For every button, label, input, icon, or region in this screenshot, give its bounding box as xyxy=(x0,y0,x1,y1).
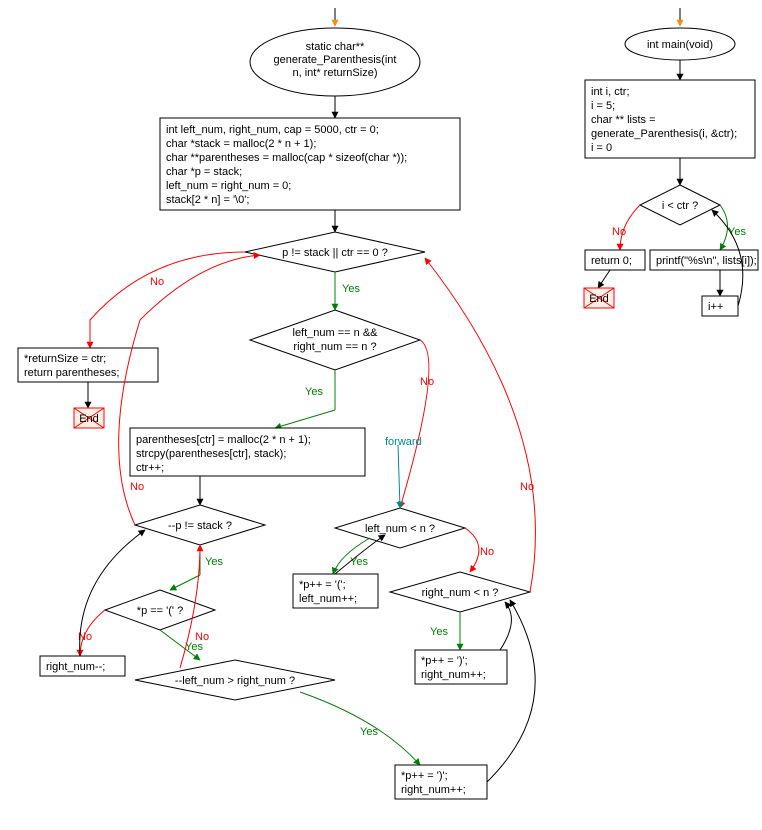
label-both-yes: Yes xyxy=(305,386,323,398)
initR-l3: char ** lists = xyxy=(591,114,656,126)
init-l3: char **parentheses = malloc(cap * sizeof… xyxy=(166,152,407,164)
edge-main-no xyxy=(90,252,245,348)
label-leftn-yes: Yes xyxy=(350,556,368,568)
edge-appendopen-back xyxy=(335,535,385,574)
label-rightn-yes: Yes xyxy=(430,626,448,638)
edgeR-yes xyxy=(720,205,728,250)
right-dec-text: right_num--; xyxy=(46,661,105,673)
append-close1-l2: right_num++; xyxy=(421,669,486,681)
initR-l4: generate_Parenthesis(i, &ctr); xyxy=(591,128,737,140)
cond-left-lt-n-text: left_num < n ? xyxy=(365,523,435,535)
label-decp-yes: Yes xyxy=(205,556,223,568)
append-open-l2: left_num++; xyxy=(299,593,357,605)
init-l6: stack[2 * n] = '\0'; xyxy=(166,194,249,206)
cond-main-text: p != stack || ctr == 0 ? xyxy=(282,247,388,259)
append-close1-l1: *p++ = ')'; xyxy=(421,655,468,667)
end-text-left: End xyxy=(79,413,99,425)
cond-both-n-l1: left_num == n && xyxy=(293,327,379,339)
returnR-text: return 0; xyxy=(591,255,632,267)
cond-loop-text: i < ctr ? xyxy=(662,200,698,212)
inc-text: i++ xyxy=(708,301,723,313)
label-main-no: No xyxy=(150,276,164,288)
return-l1: *returnSize = ctr; xyxy=(24,353,106,365)
label-leftn-no: No xyxy=(480,546,494,558)
cond-right-lt-n-text: right_num < n ? xyxy=(422,587,499,599)
label-decleft-yes: Yes xyxy=(360,726,378,738)
initR-l5: i = 0 xyxy=(591,142,612,154)
start-text-left-1: static char** xyxy=(306,41,365,53)
initR-l1: int i, ctr; xyxy=(591,86,630,98)
forward-label: forward xyxy=(385,436,422,448)
store-l1: parentheses[ctr] = malloc(2 * n + 1); xyxy=(136,434,311,446)
init-l2: char *stack = malloc(2 * n + 1); xyxy=(166,138,316,150)
init-l5: left_num = right_num = 0; xyxy=(166,180,291,192)
edge-decp-yes xyxy=(170,575,200,590)
edge-leftn-no xyxy=(465,528,479,572)
cond-both-n-l2: right_num == n ? xyxy=(293,341,376,353)
edge-appendclose1-back xyxy=(500,602,511,650)
edge-both-no xyxy=(400,340,429,508)
label-rightn-no: No xyxy=(520,481,534,493)
end-text-right: End xyxy=(589,293,609,305)
append-close2-l1: *p++ = ')'; xyxy=(401,770,448,782)
label-main-yes: Yes xyxy=(342,283,360,295)
cond-dec-left-text: --left_num > right_num ? xyxy=(175,675,295,687)
label-decleft-no: No xyxy=(195,631,209,643)
append-open-l1: *p++ = '('; xyxy=(299,579,346,591)
edge-rightn-no xyxy=(425,258,535,592)
start-text-left-3: n, int* returnSize) xyxy=(293,67,378,79)
init-l1: int left_num, right_num, cap = 5000, ctr… xyxy=(166,124,379,136)
cond-p-open-text: *p == '(' ? xyxy=(137,605,183,617)
return-l2: return parentheses; xyxy=(24,367,119,379)
cond-both-n xyxy=(250,310,420,370)
label-both-no: No xyxy=(420,376,434,388)
initR-l2: i = 5; xyxy=(591,100,615,112)
label-decp-no: No xyxy=(130,481,144,493)
append-close2-l2: right_num++; xyxy=(401,784,466,796)
edge-forward xyxy=(398,445,400,508)
start-text-right: int main(void) xyxy=(647,39,713,51)
arrowR-return-to-end xyxy=(598,270,610,288)
store-l3: ctr++; xyxy=(136,462,164,474)
store-l2: strcpy(parentheses[ctr], stack); xyxy=(136,448,286,460)
init-l4: char *p = stack; xyxy=(166,166,242,178)
start-text-left-2: generate_Parenthesis(int xyxy=(274,54,397,66)
edge-both-yes xyxy=(275,410,335,428)
labelR-no: No xyxy=(612,226,626,238)
edge-appendclose2-back xyxy=(487,600,535,782)
cond-decp-text: --p != stack ? xyxy=(168,520,232,532)
